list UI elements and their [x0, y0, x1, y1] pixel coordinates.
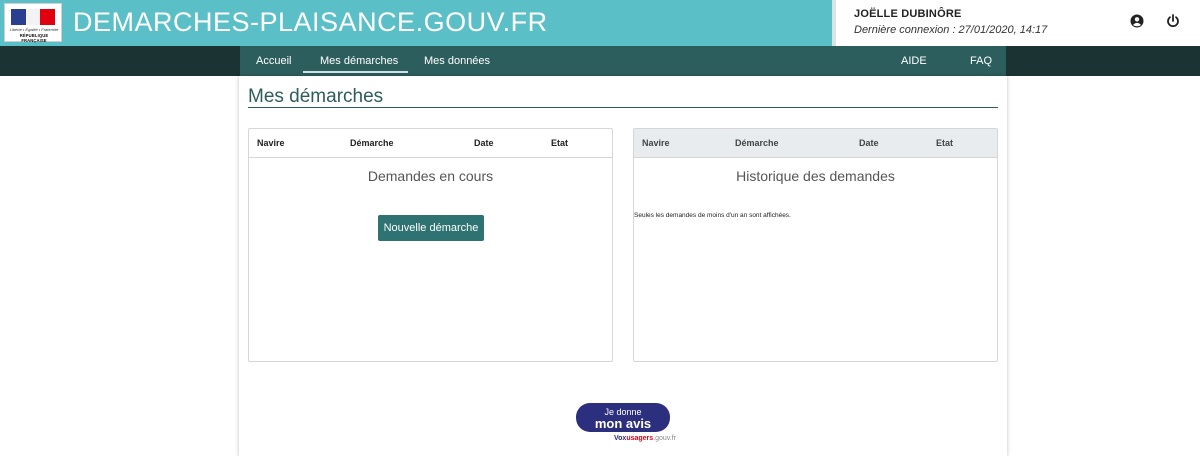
logo-republic-label: RÉPUBLIQUE FRANÇAISE	[19, 33, 49, 43]
last-login: Dernière connexion : 27/01/2020, 14:17	[854, 24, 1048, 36]
history-panel: Navire Démarche Date Etat Historique des…	[633, 128, 998, 362]
voxusagers-logo[interactable]: Voxusagers.gouv.fr	[614, 435, 676, 442]
nav-item-mes-donnees[interactable]: Mes données	[424, 55, 490, 67]
nav-item-aide[interactable]: AIDE	[901, 55, 927, 67]
column-header-date[interactable]: Date	[859, 138, 879, 148]
page-title: Mes démarches	[248, 86, 384, 107]
vox-brand-c: .gouv.fr	[653, 435, 677, 442]
power-icon[interactable]	[1166, 14, 1180, 28]
site-title[interactable]: DEMARCHES-PLAISANCE.GOUV.FR	[73, 7, 548, 38]
vox-brand-a: Vox	[614, 435, 627, 442]
vox-brand-b: usagers	[626, 435, 654, 442]
feedback-line-1: Je donne	[604, 407, 642, 417]
nav-active-indicator	[303, 71, 408, 73]
new-request-button[interactable]: Nouvelle démarche	[378, 215, 484, 241]
column-header-navire[interactable]: Navire	[642, 138, 670, 148]
history-table-header: Navire Démarche Date Etat	[634, 129, 997, 158]
feedback-button[interactable]: Je donne mon avis	[576, 403, 670, 432]
column-header-navire[interactable]: Navire	[257, 138, 285, 148]
feedback-line-2: mon avis	[594, 416, 652, 431]
user-circle-icon[interactable]	[1130, 14, 1144, 28]
column-header-etat[interactable]: Etat	[936, 138, 953, 148]
nav-item-accueil[interactable]: Accueil	[256, 55, 291, 67]
user-name: JOËLLE DUBINÔRE	[854, 8, 962, 20]
current-requests-table-header: Navire Démarche Date Etat	[249, 129, 612, 158]
column-header-date[interactable]: Date	[474, 138, 494, 148]
current-requests-caption: Demandes en cours	[367, 168, 494, 184]
logo-motto: Liberté • Égalité • Fraternité	[9, 27, 59, 32]
history-caption: Historique des demandes	[736, 168, 895, 184]
marianne-flag-icon	[11, 9, 56, 25]
user-panel: JOËLLE DUBINÔRE Dernière connexion : 27/…	[832, 0, 1200, 46]
nav-item-faq[interactable]: FAQ	[970, 55, 992, 67]
nav-bar: Accueil Mes démarches Mes données AIDE F…	[0, 46, 1200, 76]
column-header-demarche[interactable]: Démarche	[735, 138, 779, 148]
history-note: Seules les demandes de moins d'un an son…	[634, 212, 791, 219]
column-header-etat[interactable]: Etat	[551, 138, 568, 148]
column-header-demarche[interactable]: Démarche	[350, 138, 394, 148]
nav-item-mes-demarches[interactable]: Mes démarches	[320, 55, 398, 67]
republique-francaise-logo[interactable]: Liberté • Égalité • Fraternité RÉPUBLIQU…	[4, 3, 62, 43]
title-divider	[248, 107, 998, 108]
current-requests-panel: Navire Démarche Date Etat Demandes en co…	[248, 128, 613, 362]
